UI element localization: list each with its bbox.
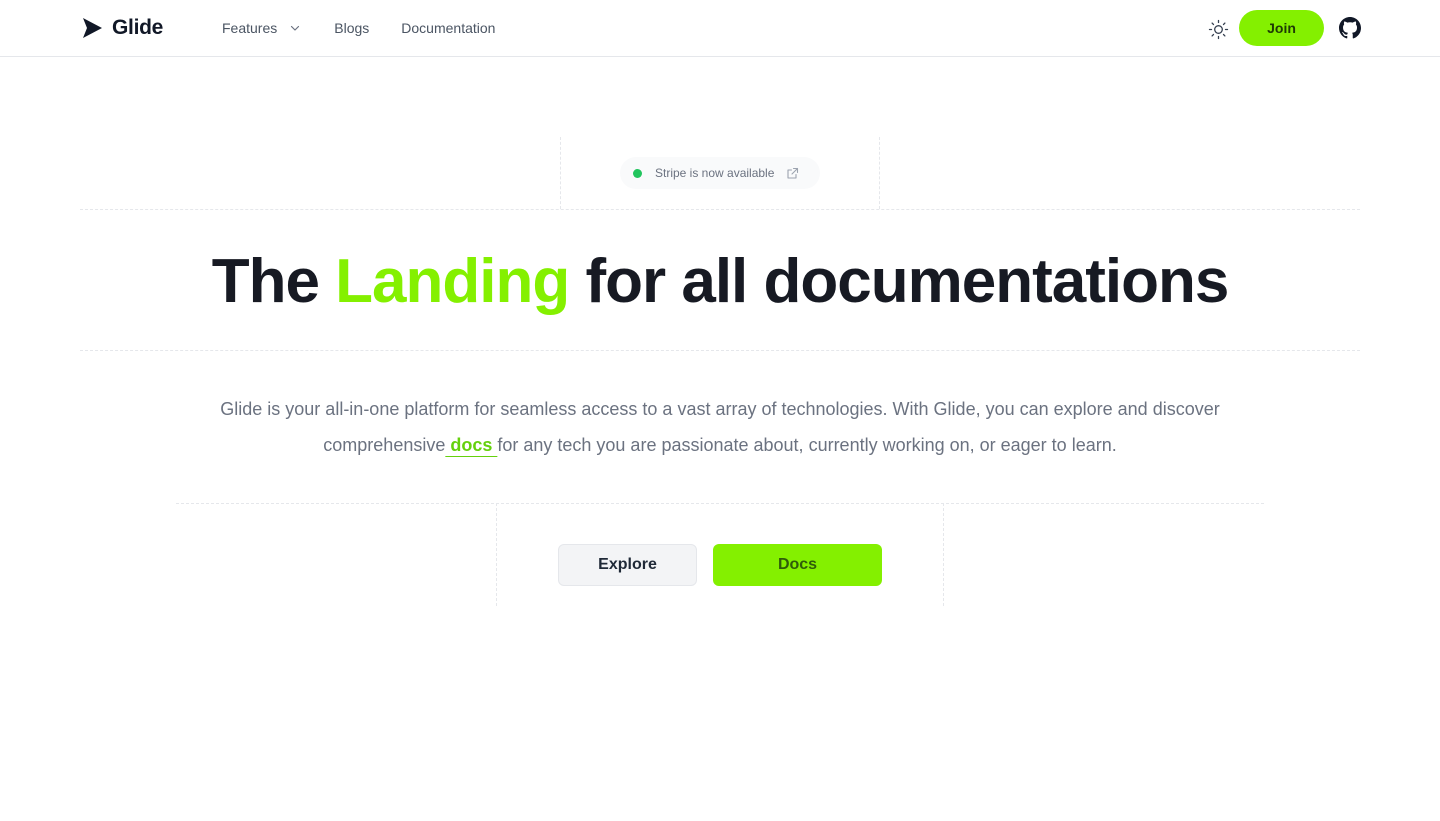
sun-icon xyxy=(1208,19,1229,40)
badge-text: Stripe is now available xyxy=(655,166,775,180)
hero-headline: The Landing for all documentations xyxy=(0,244,1440,320)
guide-line xyxy=(496,503,497,606)
nav-documentation[interactable]: Documentation xyxy=(401,20,495,36)
guide-line xyxy=(943,503,944,606)
guide-line xyxy=(176,503,1264,504)
hero-description: Glide is your all-in-one platform for se… xyxy=(200,391,1240,463)
announcement-badge[interactable]: Stripe is now available xyxy=(620,157,820,189)
docs-inline-link[interactable]: docs xyxy=(445,435,497,455)
guide-line xyxy=(560,137,561,209)
headline-accent: Landing xyxy=(335,247,570,316)
nav-features-label: Features xyxy=(222,20,278,36)
guide-line xyxy=(80,209,1360,210)
join-button[interactable]: Join xyxy=(1239,10,1324,46)
github-link[interactable] xyxy=(1339,17,1361,39)
headline-prefix: The xyxy=(211,247,336,316)
chevron-down-icon xyxy=(291,25,300,31)
guide-line xyxy=(879,137,880,209)
top-header: Glide Features Blogs Documentation Join xyxy=(0,0,1440,57)
nav-features[interactable]: Features xyxy=(222,20,301,36)
nav-blogs[interactable]: Blogs xyxy=(334,20,369,36)
github-icon xyxy=(1339,17,1361,39)
docs-button[interactable]: Docs xyxy=(713,544,882,586)
headline-suffix: for all documentations xyxy=(569,247,1229,316)
brand-name: Glide xyxy=(112,16,164,39)
explore-button[interactable]: Explore xyxy=(558,544,697,586)
external-link-icon xyxy=(787,167,799,179)
theme-toggle-button[interactable] xyxy=(1208,19,1229,40)
play-triangle-icon xyxy=(83,18,102,38)
status-dot xyxy=(633,168,642,178)
guide-line xyxy=(80,350,1360,351)
brand-logo-link[interactable]: Glide xyxy=(81,16,163,40)
main-nav: Features Blogs Documentation xyxy=(222,0,495,56)
description-text-after: for any tech you are passionate about, c… xyxy=(497,435,1117,455)
